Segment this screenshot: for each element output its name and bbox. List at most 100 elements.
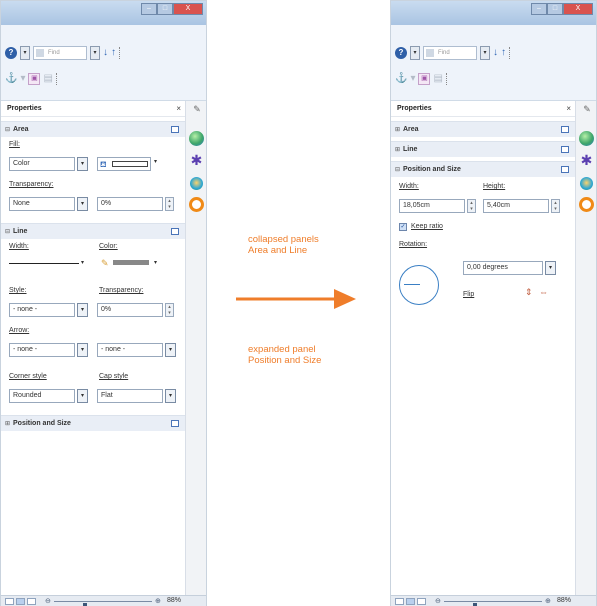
position-size-section-header[interactable]: ⊞ Position and Size bbox=[1, 415, 185, 431]
single-page-view-icon[interactable] bbox=[5, 598, 14, 605]
maximize-button[interactable]: □ bbox=[547, 3, 563, 15]
collapse-icon[interactable]: ⊟ bbox=[5, 126, 10, 133]
collapse-icon[interactable]: ⊟ bbox=[395, 166, 400, 173]
help-icon[interactable]: ? bbox=[395, 47, 407, 59]
find-dropdown[interactable]: ▾ bbox=[480, 46, 490, 60]
find-previous-icon[interactable]: ↑ bbox=[111, 47, 116, 59]
find-previous-icon[interactable]: ↑ bbox=[501, 47, 506, 59]
more-options-icon[interactable] bbox=[561, 146, 569, 153]
corner-style-dropdown[interactable]: ▾ bbox=[77, 389, 88, 403]
minimize-button[interactable]: – bbox=[141, 3, 157, 15]
zoom-out-icon[interactable]: ⊖ bbox=[45, 597, 51, 605]
wrench-icon[interactable]: ✎ bbox=[191, 103, 203, 115]
fill-type-dropdown[interactable]: ▾ bbox=[77, 157, 88, 171]
maximize-button[interactable]: □ bbox=[157, 3, 173, 15]
zoom-in-icon[interactable]: ⊕ bbox=[545, 597, 551, 605]
styles-deck-icon[interactable]: ✱ bbox=[189, 153, 204, 168]
multi-page-view-icon[interactable] bbox=[406, 598, 415, 605]
zoom-in-icon[interactable]: ⊕ bbox=[155, 597, 161, 605]
rotation-dropdown[interactable]: ▾ bbox=[545, 261, 556, 275]
find-input[interactable]: Find bbox=[33, 46, 87, 60]
expand-icon[interactable]: ⊞ bbox=[395, 126, 400, 133]
frame-properties-icon[interactable]: ▣ bbox=[28, 73, 41, 85]
expand-icon[interactable]: ⊞ bbox=[5, 420, 10, 427]
rotation-dial[interactable] bbox=[399, 265, 439, 305]
book-view-icon[interactable] bbox=[27, 598, 36, 605]
close-icon[interactable]: × bbox=[566, 104, 571, 113]
find-next-icon[interactable]: ↓ bbox=[103, 47, 108, 59]
more-options-icon[interactable] bbox=[171, 126, 179, 133]
area-section-header[interactable]: ⊟ Area bbox=[1, 121, 185, 137]
more-options-icon[interactable] bbox=[171, 228, 179, 235]
properties-deck-icon[interactable] bbox=[579, 131, 594, 146]
line-section-header[interactable]: ⊟ Line bbox=[1, 223, 185, 239]
height-field[interactable]: 5,40cm bbox=[483, 199, 549, 213]
flip-horizontal-icon[interactable]: ⇔ bbox=[539, 287, 548, 297]
gallery-deck-icon[interactable] bbox=[190, 177, 203, 190]
position-size-section-header[interactable]: ⊟ Position and Size bbox=[391, 161, 575, 177]
more-options-icon[interactable] bbox=[561, 166, 569, 173]
zoom-slider[interactable] bbox=[54, 601, 152, 606]
cap-style-select[interactable]: Flat bbox=[97, 389, 163, 403]
more-options-icon[interactable] bbox=[561, 126, 569, 133]
minimize-button[interactable]: – bbox=[531, 3, 547, 15]
more-options-icon[interactable] bbox=[171, 420, 179, 427]
wrench-icon[interactable]: ✎ bbox=[581, 103, 593, 115]
line-color-dropdown-icon[interactable]: ▾ bbox=[154, 259, 157, 266]
cap-style-dropdown[interactable]: ▾ bbox=[165, 389, 176, 403]
width-spinner[interactable]: ▴ ▾ bbox=[467, 199, 476, 213]
keep-ratio-checkbox[interactable]: ✓ bbox=[399, 223, 407, 231]
flip-vertical-icon[interactable]: ⇕ bbox=[525, 287, 533, 298]
line-color-swatch[interactable] bbox=[113, 260, 149, 265]
fill-type-select[interactable]: Color bbox=[9, 157, 75, 171]
area-section-header[interactable]: ⊞ Area bbox=[391, 121, 575, 137]
zoom-level[interactable]: 88% bbox=[557, 597, 571, 604]
line-transparency-field[interactable]: 0% bbox=[97, 303, 163, 317]
collapse-icon[interactable]: ⊟ bbox=[5, 228, 10, 235]
width-field[interactable]: 18,05cm bbox=[399, 199, 465, 213]
height-spinner[interactable]: ▴ ▾ bbox=[551, 199, 560, 213]
transparency-type-dropdown[interactable]: ▾ bbox=[77, 197, 88, 211]
arrow-start-select[interactable]: - none - bbox=[9, 343, 75, 357]
help-icon[interactable]: ? bbox=[5, 47, 17, 59]
navigator-deck-icon[interactable] bbox=[189, 197, 204, 212]
fill-color-picker[interactable]: ⛾ bbox=[97, 157, 151, 171]
line-style-select[interactable]: - none - bbox=[9, 303, 75, 317]
help-dropdown[interactable]: ▾ bbox=[410, 46, 420, 60]
find-next-icon[interactable]: ↓ bbox=[493, 47, 498, 59]
anchor-icon[interactable]: ⚓ bbox=[5, 73, 17, 85]
toolbar-gripper[interactable] bbox=[55, 73, 60, 85]
anchor-icon[interactable]: ⚓ bbox=[395, 73, 407, 85]
navigator-deck-icon[interactable] bbox=[579, 197, 594, 212]
zoom-slider[interactable] bbox=[444, 601, 542, 606]
transparency-percent-field[interactable]: 0% bbox=[97, 197, 163, 211]
arrow-start-dropdown[interactable]: ▾ bbox=[77, 343, 88, 357]
fill-color-dropdown-icon[interactable]: ▾ bbox=[154, 158, 157, 165]
find-input[interactable]: Find bbox=[423, 46, 477, 60]
rotation-field[interactable]: 0,00 degrees bbox=[463, 261, 543, 275]
styles-deck-icon[interactable]: ✱ bbox=[579, 153, 594, 168]
frame-properties-icon[interactable]: ▣ bbox=[418, 73, 431, 85]
help-dropdown[interactable]: ▾ bbox=[20, 46, 30, 60]
toolbar-gripper[interactable] bbox=[445, 73, 450, 85]
transparency-spinner[interactable]: ▴ ▾ bbox=[165, 197, 174, 211]
dropdown-arrow-icon[interactable]: ▾ bbox=[20, 73, 25, 85]
line-width-dropdown-icon[interactable]: ▾ bbox=[81, 259, 84, 266]
wrap-icon[interactable]: ▤ bbox=[43, 73, 52, 85]
single-page-view-icon[interactable] bbox=[395, 598, 404, 605]
toolbar-gripper[interactable] bbox=[509, 47, 513, 59]
multi-page-view-icon[interactable] bbox=[16, 598, 25, 605]
line-section-header[interactable]: ⊞ Line bbox=[391, 141, 575, 157]
line-style-dropdown[interactable]: ▾ bbox=[77, 303, 88, 317]
dropdown-arrow-icon[interactable]: ▾ bbox=[410, 73, 415, 85]
close-icon[interactable]: × bbox=[176, 104, 181, 113]
arrow-end-select[interactable]: - none - bbox=[97, 343, 163, 357]
zoom-out-icon[interactable]: ⊖ bbox=[435, 597, 441, 605]
corner-style-select[interactable]: Rounded bbox=[9, 389, 75, 403]
close-window-button[interactable]: X bbox=[563, 3, 593, 15]
close-window-button[interactable]: X bbox=[173, 3, 203, 15]
transparency-type-select[interactable]: None bbox=[9, 197, 75, 211]
gallery-deck-icon[interactable] bbox=[580, 177, 593, 190]
line-transparency-spinner[interactable]: ▴ ▾ bbox=[165, 303, 174, 317]
properties-deck-icon[interactable] bbox=[189, 131, 204, 146]
